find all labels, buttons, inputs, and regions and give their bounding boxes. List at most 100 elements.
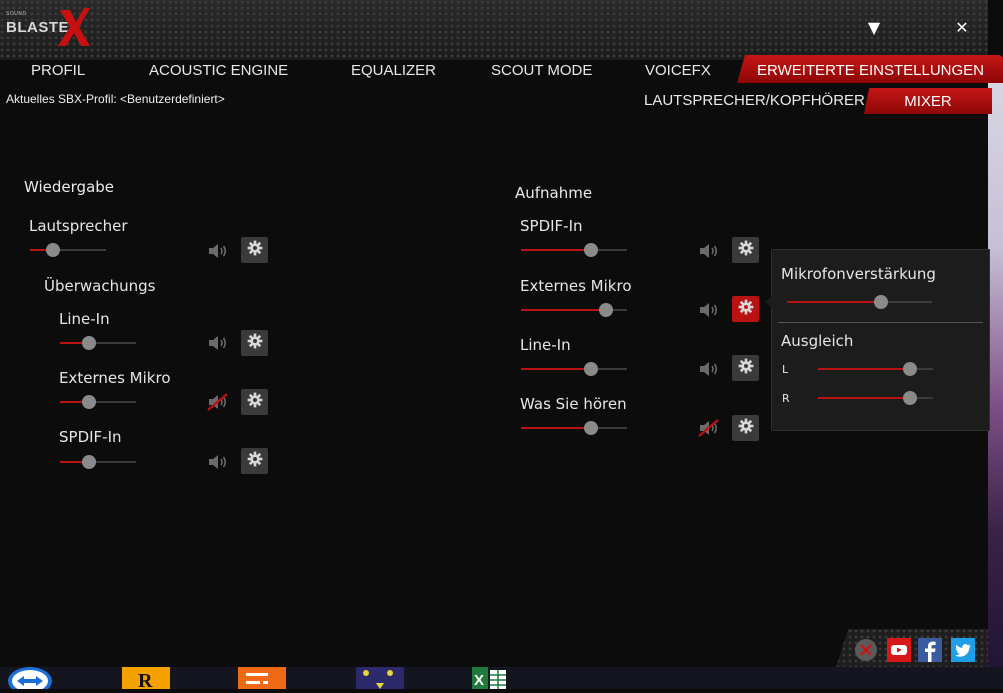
- gear-icon: [247, 392, 263, 412]
- playback-ext-mic-label: Externes Mikro: [59, 369, 171, 387]
- playback-master-settings-button[interactable]: [241, 237, 268, 263]
- youtube-icon[interactable]: [887, 638, 911, 662]
- tab-erweiterte-einstellungen[interactable]: ERWEITERTE EINSTELLUNGEN: [737, 55, 1003, 83]
- main-tab-bar: PROFIL ACOUSTIC ENGINE EQUALIZER SCOUT M…: [0, 55, 1003, 83]
- recording-what-u-hear-slider[interactable]: [521, 421, 627, 435]
- slider-fill: [818, 397, 910, 399]
- playback-ext-mic-slider[interactable]: [60, 395, 136, 409]
- logo-x-icon: [58, 8, 90, 46]
- slider-fill: [521, 427, 591, 429]
- gear-icon: [247, 451, 263, 471]
- speaker-muted-icon[interactable]: [698, 419, 720, 437]
- slider-knob[interactable]: [81, 455, 96, 469]
- orange-app-icon[interactable]: [238, 667, 286, 689]
- recording-spdif-in-slider[interactable]: [521, 243, 627, 257]
- slider-knob[interactable]: [81, 336, 96, 350]
- desktop-background: [988, 60, 1003, 689]
- gear-icon: [738, 240, 754, 260]
- slider-knob[interactable]: [583, 243, 598, 257]
- recording-section-title: Aufnahme: [515, 184, 593, 202]
- gear-icon: [247, 333, 263, 353]
- gear-icon: [247, 240, 263, 260]
- recording-what-u-hear-label: Was Sie hören: [520, 395, 627, 413]
- playback-master-slider[interactable]: [30, 243, 106, 257]
- playback-ext-mic-settings-button[interactable]: [241, 389, 268, 415]
- speaker-icon[interactable]: [698, 360, 720, 378]
- gear-icon: [738, 358, 754, 378]
- slider-fill: [787, 301, 882, 303]
- speaker-icon[interactable]: [698, 242, 720, 260]
- mic-settings-popup: Mikrofonverstärkung Ausgleich L R: [765, 249, 990, 431]
- minimize-button[interactable]: ▼: [862, 16, 886, 40]
- balance-left-label: L: [782, 363, 789, 376]
- tab-voicefx[interactable]: VOICEFX: [645, 55, 711, 83]
- recording-ext-mic-slider[interactable]: [521, 303, 627, 317]
- twitter-icon[interactable]: [951, 638, 975, 662]
- recording-line-in-label: Line-In: [520, 336, 571, 354]
- speaker-icon[interactable]: [207, 453, 229, 471]
- soundblasterx-logo: SOUND BLASTER: [4, 6, 96, 48]
- mic-gain-title: Mikrofonverstärkung: [781, 265, 936, 283]
- excel-icon[interactable]: X: [472, 667, 520, 689]
- slider-knob[interactable]: [903, 391, 917, 405]
- slider-knob[interactable]: [81, 395, 96, 409]
- facebook-icon[interactable]: [918, 638, 942, 662]
- purple-app-icon[interactable]: [356, 667, 404, 689]
- tab-acoustic-engine[interactable]: ACOUSTIC ENGINE: [149, 55, 288, 83]
- balance-right-slider[interactable]: [818, 391, 933, 405]
- balance-left-slider[interactable]: [818, 362, 933, 376]
- playback-line-in-slider[interactable]: [60, 336, 136, 350]
- slider-fill: [521, 309, 606, 311]
- close-icon[interactable]: [854, 638, 878, 662]
- speaker-icon[interactable]: [698, 301, 720, 319]
- popup-arrow: [765, 296, 772, 308]
- recording-ext-mic-label: Externes Mikro: [520, 277, 632, 295]
- slider-knob[interactable]: [903, 362, 917, 376]
- slider-fill: [521, 368, 591, 370]
- mic-gain-slider[interactable]: [787, 295, 932, 309]
- recording-what-u-hear-settings-button[interactable]: [732, 415, 759, 441]
- gear-icon: [738, 299, 754, 319]
- monitor-subsection-title: Überwachungs: [44, 277, 156, 295]
- subtab-speaker-headphones[interactable]: LAUTSPRECHER/KOPFHÖRER: [644, 92, 865, 109]
- slider-knob[interactable]: [598, 303, 613, 317]
- sound-blaster-window: SOUND BLASTER ▼ ✕ PROFIL ACOUSTIC ENGINE…: [0, 0, 1003, 667]
- playback-spdif-in-slider[interactable]: [60, 455, 136, 469]
- svg-text:X: X: [474, 672, 484, 689]
- speaker-muted-icon[interactable]: [207, 393, 229, 411]
- teamviewer-icon[interactable]: [4, 667, 52, 693]
- speaker-icon[interactable]: [207, 242, 229, 260]
- recording-ext-mic-settings-button[interactable]: [732, 296, 759, 322]
- recording-line-in-slider[interactable]: [521, 362, 627, 376]
- slider-knob[interactable]: [583, 421, 598, 435]
- tab-scout-mode[interactable]: SCOUT MODE: [491, 55, 592, 83]
- tab-profil[interactable]: PROFIL: [31, 55, 85, 83]
- windows-taskbar: R X: [0, 667, 1003, 693]
- slider-fill: [818, 368, 910, 370]
- title-bar: SOUND BLASTER ▼ ✕: [0, 0, 988, 60]
- playback-master-label: Lautsprecher: [29, 217, 128, 235]
- slider-knob[interactable]: [45, 243, 60, 257]
- balance-right-label: R: [782, 392, 790, 405]
- recording-line-in-settings-button[interactable]: [732, 355, 759, 381]
- slider-knob[interactable]: [874, 295, 889, 309]
- speaker-icon[interactable]: [207, 334, 229, 352]
- svg-text:R: R: [138, 670, 153, 689]
- playback-line-in-settings-button[interactable]: [241, 330, 268, 356]
- close-window-button[interactable]: ✕: [950, 16, 974, 40]
- playback-spdif-in-settings-button[interactable]: [241, 448, 268, 474]
- gear-icon: [738, 418, 754, 438]
- rockstar-games-icon[interactable]: R: [122, 667, 170, 692]
- slider-knob[interactable]: [583, 362, 598, 376]
- current-profile-label: Aktuelles SBX-Profil: <Benutzerdefiniert…: [6, 92, 225, 106]
- logo-small-text: SOUND: [6, 11, 27, 17]
- playback-section-title: Wiedergabe: [24, 178, 115, 196]
- slider-fill: [521, 249, 591, 251]
- popup-divider: [778, 322, 983, 323]
- subtab-mixer[interactable]: MIXER: [864, 88, 992, 114]
- recording-spdif-in-settings-button[interactable]: [732, 237, 759, 263]
- playback-line-in-label: Line-In: [59, 310, 110, 328]
- playback-spdif-in-label: SPDIF-In: [59, 428, 122, 446]
- recording-spdif-in-label: SPDIF-In: [520, 217, 583, 235]
- tab-equalizer[interactable]: EQUALIZER: [351, 55, 436, 83]
